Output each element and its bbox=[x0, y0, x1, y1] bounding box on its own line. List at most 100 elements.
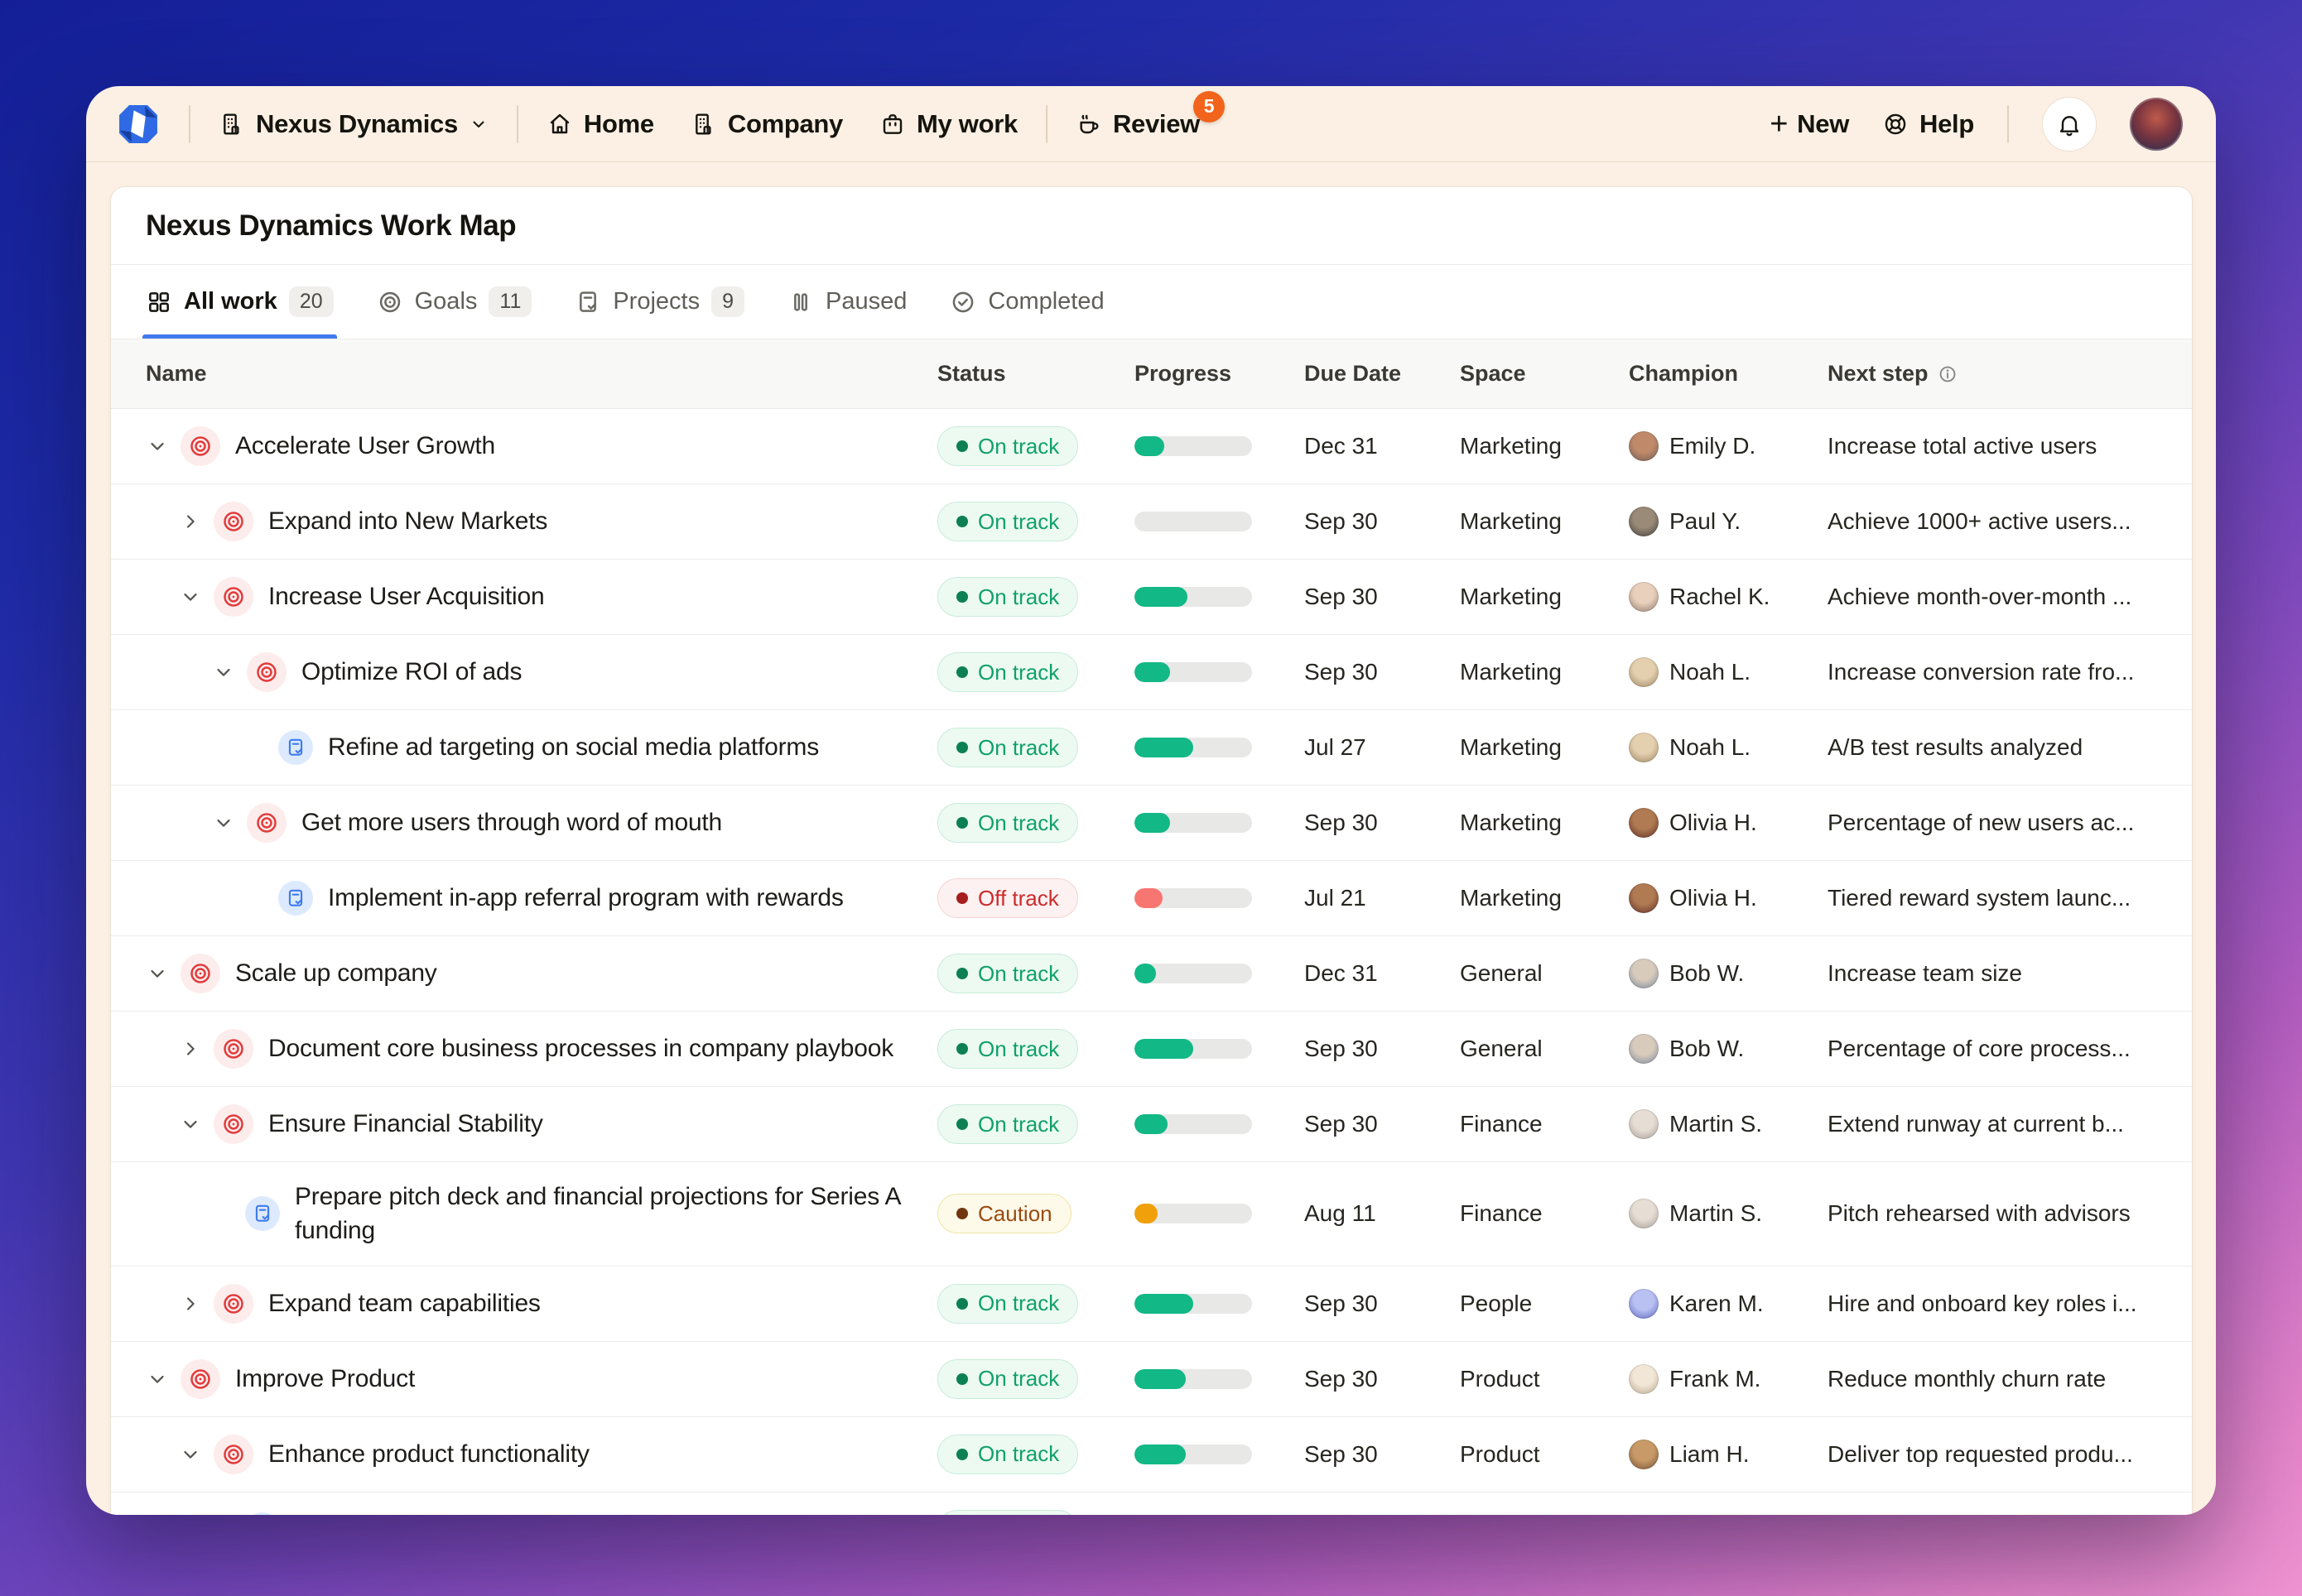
space-name: Marketing bbox=[1460, 885, 1562, 911]
table-row[interactable]: Expand team capabilities On track Sep 30… bbox=[111, 1267, 2192, 1342]
table-row[interactable]: Ensure Financial Stability On track Sep … bbox=[111, 1087, 2192, 1162]
help-button-label: Help bbox=[1919, 109, 1974, 139]
champion-name: Olivia H. bbox=[1669, 810, 1757, 836]
status-badge[interactable]: On track bbox=[937, 728, 1078, 767]
column-header-due-date: Due Date bbox=[1304, 361, 1460, 387]
row-expand-chevron-icon[interactable] bbox=[179, 1113, 202, 1136]
info-icon bbox=[1937, 363, 1958, 385]
nav-review[interactable]: Review 5 bbox=[1076, 109, 1200, 139]
nav-my-work[interactable]: My work bbox=[879, 109, 1018, 139]
status-label: On track bbox=[978, 1441, 1059, 1467]
name-cell: Optimize ROI of ads bbox=[146, 652, 937, 692]
due-date: Aug 11 bbox=[1304, 1200, 1376, 1227]
table-row[interactable]: Increase User Acquisition On track Sep 3… bbox=[111, 560, 2192, 635]
champion-name: Bob W. bbox=[1669, 960, 1744, 987]
progress-cell bbox=[1134, 587, 1304, 607]
tab-goals[interactable]: Goals 11 bbox=[377, 265, 532, 339]
tab-count-badge: 20 bbox=[289, 286, 334, 317]
table-row[interactable]: Refine ad targeting on social media plat… bbox=[111, 710, 2192, 786]
status-badge[interactable]: On track bbox=[937, 1359, 1078, 1399]
row-name: Get more users through word of mouth bbox=[301, 805, 744, 839]
status-dot-icon bbox=[956, 1449, 968, 1460]
table-row[interactable]: Scale up company On track Dec 31 General… bbox=[111, 936, 2192, 1012]
status-badge[interactable]: On track bbox=[937, 1510, 1078, 1515]
notifications-button[interactable] bbox=[2042, 97, 2097, 151]
row-expand-chevron-icon[interactable] bbox=[179, 1037, 202, 1060]
row-expand-chevron-icon[interactable] bbox=[212, 811, 235, 834]
space-cell: Finance bbox=[1460, 1200, 1629, 1227]
due-date: Sep 30 bbox=[1304, 508, 1378, 535]
name-cell: Ensure Financial Stability bbox=[146, 1104, 937, 1144]
row-expand-chevron-icon[interactable] bbox=[146, 435, 169, 458]
tab-label: Paused bbox=[826, 288, 907, 315]
status-cell: Caution bbox=[937, 1194, 1134, 1233]
status-badge[interactable]: On track bbox=[937, 954, 1078, 993]
name-cell: Improve Product bbox=[146, 1359, 937, 1399]
table-row[interactable]: Prepare pitch deck and financial project… bbox=[111, 1162, 2192, 1267]
name-cell: Accelerate User Growth bbox=[146, 426, 937, 466]
row-expand-chevron-icon[interactable] bbox=[179, 585, 202, 608]
progress-bar bbox=[1134, 964, 1252, 983]
champion-name: Emily D. bbox=[1669, 433, 1755, 459]
new-button-label: New bbox=[1797, 109, 1849, 139]
progress-cell bbox=[1134, 1039, 1304, 1059]
table-row[interactable]: Improve Product On track Sep 30 Product … bbox=[111, 1342, 2192, 1417]
table-row[interactable]: Optimize ROI of ads On track Sep 30 Mark… bbox=[111, 635, 2192, 710]
name-cell: Develop and launch new collaborative fea… bbox=[146, 1512, 937, 1515]
table-row[interactable]: Enhance product functionality On track S… bbox=[111, 1417, 2192, 1493]
status-badge[interactable]: On track bbox=[937, 577, 1078, 617]
next-step-cell: Percentage of new users ac... bbox=[1828, 810, 2157, 836]
row-expand-chevron-icon[interactable] bbox=[146, 962, 169, 985]
status-badge[interactable]: On track bbox=[937, 1435, 1078, 1474]
table-row[interactable]: Expand into New Markets On track Sep 30 … bbox=[111, 484, 2192, 560]
row-expand-chevron-icon[interactable] bbox=[179, 1292, 202, 1315]
row-expand-chevron-icon[interactable] bbox=[179, 510, 202, 533]
status-badge[interactable]: On track bbox=[937, 502, 1078, 541]
status-badge[interactable]: On track bbox=[937, 803, 1078, 843]
new-button[interactable]: + New bbox=[1770, 108, 1849, 140]
row-expand-chevron-icon[interactable] bbox=[212, 661, 235, 684]
progress-bar bbox=[1134, 436, 1252, 456]
app-logo-icon[interactable] bbox=[116, 102, 161, 147]
table-row[interactable]: Implement in-app referral program with r… bbox=[111, 861, 2192, 936]
status-badge[interactable]: Caution bbox=[937, 1194, 1072, 1233]
status-badge[interactable]: On track bbox=[937, 1029, 1078, 1069]
status-dot-icon bbox=[956, 440, 968, 452]
status-cell: On track bbox=[937, 426, 1134, 466]
tab-all-work[interactable]: All work 20 bbox=[146, 265, 334, 339]
nav-home[interactable]: Home bbox=[547, 109, 654, 139]
champion-cell: Bob W. bbox=[1629, 1034, 1828, 1064]
status-badge[interactable]: On track bbox=[937, 652, 1078, 692]
table-row[interactable]: Develop and launch new collaborative fea… bbox=[111, 1493, 2192, 1515]
progress-bar bbox=[1134, 813, 1252, 833]
row-name: Optimize ROI of ads bbox=[301, 655, 543, 689]
table-row[interactable]: Document core business processes in comp… bbox=[111, 1012, 2192, 1087]
briefcase-icon bbox=[879, 111, 906, 137]
champion-avatar bbox=[1629, 507, 1659, 536]
tab-completed[interactable]: Completed bbox=[950, 265, 1104, 339]
next-step-text: Achieve 1000+ active users... bbox=[1828, 508, 2131, 535]
status-cell: On track bbox=[937, 652, 1134, 692]
workspace-switcher[interactable]: Nexus Dynamics bbox=[219, 109, 489, 139]
row-expand-chevron-icon[interactable] bbox=[146, 1368, 169, 1391]
tab-paused[interactable]: Paused bbox=[787, 265, 907, 339]
table-row[interactable]: Get more users through word of mouth On … bbox=[111, 786, 2192, 861]
help-button[interactable]: Help bbox=[1882, 109, 1974, 139]
champion-avatar bbox=[1629, 1199, 1659, 1228]
status-badge[interactable]: On track bbox=[937, 426, 1078, 466]
project-clipboard-icon bbox=[278, 881, 313, 916]
progress-fill bbox=[1134, 662, 1170, 682]
next-step-cell: Increase total active users bbox=[1828, 433, 2157, 459]
status-badge[interactable]: On track bbox=[937, 1284, 1078, 1324]
next-step-text: Increase conversion rate fro... bbox=[1828, 659, 2134, 685]
nav-company[interactable]: Company bbox=[691, 109, 843, 139]
table-row[interactable]: Accelerate User Growth On track Dec 31 M… bbox=[111, 409, 2192, 484]
tab-projects[interactable]: Projects 9 bbox=[575, 265, 744, 339]
champion-avatar bbox=[1629, 1440, 1659, 1469]
status-badge[interactable]: Off track bbox=[937, 878, 1078, 918]
row-expand-chevron-icon[interactable] bbox=[179, 1443, 202, 1466]
status-dot-icon bbox=[956, 968, 968, 979]
status-badge[interactable]: On track bbox=[937, 1104, 1078, 1144]
user-avatar[interactable] bbox=[2130, 98, 2183, 151]
name-cell: Expand team capabilities bbox=[146, 1284, 937, 1324]
